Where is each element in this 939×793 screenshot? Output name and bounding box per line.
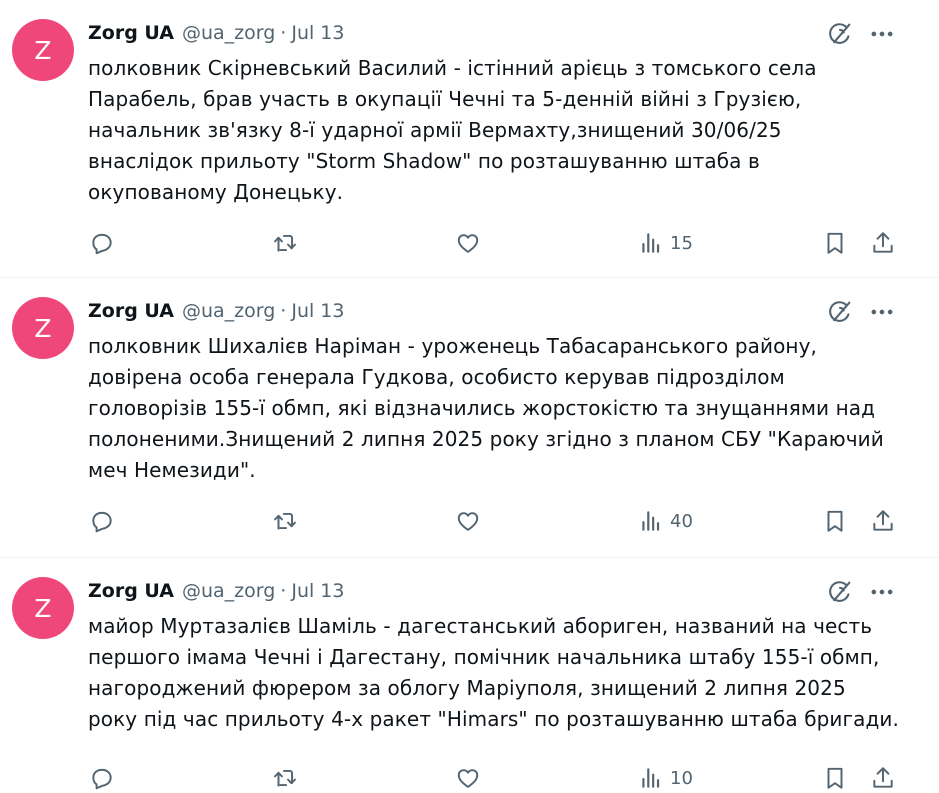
bookmark-icon <box>822 230 848 256</box>
more-icon[interactable] <box>868 298 896 326</box>
tweet[interactable]: Z Zorg UA @ua_zorg · Jul 13 майор Муртаз… <box>0 558 939 791</box>
avatar[interactable]: Z <box>12 577 74 639</box>
tweet-actions: 15 <box>0 228 939 258</box>
author-name[interactable]: Zorg UA <box>88 300 174 322</box>
author-handle[interactable]: @ua_zorg <box>182 580 275 602</box>
avatar-letter: Z <box>34 35 52 65</box>
tweet-text: полковник Шихалієв Наріман - уроженець Т… <box>88 334 884 482</box>
tweet-date[interactable]: Jul 13 <box>291 22 344 44</box>
share-icon <box>870 765 896 791</box>
more-icon[interactable] <box>868 578 896 606</box>
retweet-icon <box>272 765 298 791</box>
avatar[interactable]: Z <box>12 297 74 359</box>
grok-icon[interactable] <box>826 578 854 606</box>
views-count: 15 <box>670 232 693 254</box>
share-button[interactable] <box>870 763 896 793</box>
bookmark-button[interactable] <box>822 228 848 258</box>
tweet[interactable]: Z Zorg UA @ua_zorg · Jul 13 полковник Ск… <box>0 0 939 278</box>
grok-icon[interactable] <box>826 298 854 326</box>
more-icon[interactable] <box>868 20 896 48</box>
reply-icon <box>89 765 115 791</box>
like-button[interactable] <box>455 506 481 536</box>
header-separator: · <box>280 580 287 602</box>
like-button[interactable] <box>455 763 481 793</box>
tweet-header: Zorg UA @ua_zorg · Jul 13 <box>88 578 344 604</box>
reply-icon <box>89 230 115 256</box>
bookmark-button[interactable] <box>822 763 848 793</box>
bookmark-icon <box>822 508 848 534</box>
avatar-letter: Z <box>34 313 52 343</box>
timeline-feed: Z Zorg UA @ua_zorg · Jul 13 полковник Ск… <box>0 0 939 791</box>
tweet-actions: 40 <box>0 506 939 536</box>
like-button[interactable] <box>455 228 481 258</box>
share-icon <box>870 508 896 534</box>
share-button[interactable] <box>870 228 896 258</box>
author-handle[interactable]: @ua_zorg <box>182 22 275 44</box>
tweet[interactable]: Z Zorg UA @ua_zorg · Jul 13 полковник Ши… <box>0 278 939 558</box>
retweet-button[interactable] <box>272 763 298 793</box>
tweet-text: полковник Скірневський Василий - істінни… <box>88 56 817 204</box>
share-icon <box>870 230 896 256</box>
author-name[interactable]: Zorg UA <box>88 580 174 602</box>
retweet-button[interactable] <box>272 228 298 258</box>
tweet-header: Zorg UA @ua_zorg · Jul 13 <box>88 298 344 324</box>
tweet-date[interactable]: Jul 13 <box>291 300 344 322</box>
retweet-button[interactable] <box>272 506 298 536</box>
views-icon <box>638 765 664 791</box>
tweet-text: майор Муртазалієв Шаміль - дагестанський… <box>88 614 899 731</box>
avatar[interactable]: Z <box>12 19 74 81</box>
tweet-actions: 10 <box>0 763 939 793</box>
tweet-header: Zorg UA @ua_zorg · Jul 13 <box>88 20 344 46</box>
views-button[interactable]: 40 <box>638 506 693 536</box>
views-button[interactable]: 10 <box>638 763 693 793</box>
bookmark-button[interactable] <box>822 506 848 536</box>
like-icon <box>455 230 481 256</box>
reply-button[interactable] <box>89 228 115 258</box>
views-count: 10 <box>670 767 693 789</box>
avatar-letter: Z <box>34 593 52 623</box>
grok-icon[interactable] <box>826 20 854 48</box>
views-count: 40 <box>670 510 693 532</box>
like-icon <box>455 508 481 534</box>
like-icon <box>455 765 481 791</box>
author-name[interactable]: Zorg UA <box>88 22 174 44</box>
author-handle[interactable]: @ua_zorg <box>182 300 275 322</box>
reply-icon <box>89 508 115 534</box>
header-separator: · <box>280 22 287 44</box>
reply-button[interactable] <box>89 763 115 793</box>
retweet-icon <box>272 230 298 256</box>
views-icon <box>638 508 664 534</box>
bookmark-icon <box>822 765 848 791</box>
views-icon <box>638 230 664 256</box>
header-separator: · <box>280 300 287 322</box>
share-button[interactable] <box>870 506 896 536</box>
retweet-icon <box>272 508 298 534</box>
reply-button[interactable] <box>89 506 115 536</box>
tweet-date[interactable]: Jul 13 <box>291 580 344 602</box>
views-button[interactable]: 15 <box>638 228 693 258</box>
